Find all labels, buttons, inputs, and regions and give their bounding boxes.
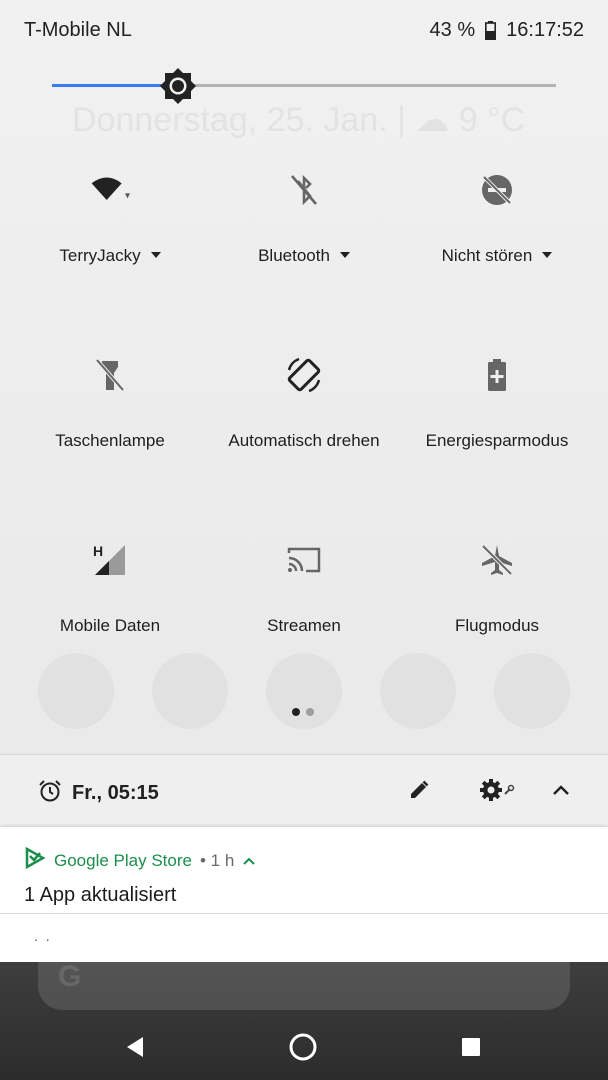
tile-label: Energiesparmodus [425,431,569,450]
back-icon [125,1036,145,1063]
page-dot[interactable] [306,708,314,716]
auto-rotate-icon [284,355,324,395]
google-search-bar: G [38,960,570,1010]
background-date-weather: Donnerstag, 25. Jan. | ☁ 9 °C [72,101,526,139]
quick-settings-footer: Fr., 05:15 [0,754,608,827]
brightness-icon[interactable] [158,66,198,106]
pencil-icon [408,779,430,806]
gear-icon [479,778,503,807]
svg-text:H: H [93,543,103,559]
tile-do-not-disturb[interactable]: Nicht stören [397,170,597,320]
play-store-icon [24,846,46,874]
tile-bluetooth[interactable]: Bluetooth [204,170,404,320]
tile-flashlight[interactable]: Taschenlampe [10,355,210,505]
tile-battery-saver[interactable]: Energiesparmodus [397,355,597,505]
home-screen-background: G [0,960,608,1080]
tile-airplane-mode[interactable]: Flugmodus [397,540,597,690]
notification-app-name: Google Play Store [54,850,192,870]
home-icon [288,1032,318,1067]
navigation-bar [0,1018,608,1080]
tile-mobile-data[interactable]: H Mobile Daten [10,540,210,690]
alarm-time: Fr., 05:15 [72,782,159,804]
battery-icon [485,21,497,41]
wrench-icon [503,783,515,801]
status-bar: T-Mobile NL 43 % 16:17:52 [0,0,608,62]
cast-icon [284,540,324,580]
tile-label: Flugmodus [454,616,540,635]
dropdown-caret-icon [150,251,161,258]
notification-title: 1 App aktualisiert [24,884,177,906]
dropdown-caret-icon [339,251,350,258]
dropdown-caret-icon [542,251,553,258]
tile-label: Nicht stören [397,246,597,266]
tile-label: Mobile Daten [59,616,161,635]
quick-settings-panel: Donnerstag, 25. Jan. | ☁ 9 °C T-Mobile N… [0,0,608,827]
carrier-name: T-Mobile NL [24,19,132,41]
flashlight-off-icon [90,355,130,395]
clock: 16:17:52 [506,19,584,41]
back-button[interactable] [118,1032,152,1066]
divider [0,913,608,914]
battery-saver-icon [477,355,517,395]
airplane-mode-off-icon [477,540,517,580]
tile-label: TerryJacky [10,246,210,266]
page-indicator [292,708,314,716]
notification-header: Google Play Store • 1 h [24,846,256,874]
bluetooth-off-icon [284,170,324,210]
brightness-slider[interactable] [52,66,556,106]
chevron-up-icon[interactable] [242,851,256,871]
mobile-data-icon: H [90,540,130,580]
chevron-up-icon [552,783,570,801]
page-dot-active [292,708,300,716]
recents-button[interactable] [454,1032,488,1066]
tile-auto-rotate[interactable]: Automatisch drehen [204,355,404,505]
collapse-button[interactable] [546,777,576,807]
wifi-icon [90,170,130,210]
tile-wifi[interactable]: TerryJacky [10,170,210,320]
tile-label: Streamen [267,616,341,635]
next-alarm[interactable]: Fr., 05:15 [38,779,159,808]
notification-card[interactable]: Google Play Store • 1 h 1 App aktualisie… [0,827,608,962]
tile-label: Bluetooth [204,246,404,266]
alarm-clock-icon [38,779,62,808]
home-button[interactable] [286,1032,320,1066]
do-not-disturb-off-icon [477,170,517,210]
battery-percent: 43 % [429,19,476,41]
status-right: 43 % 16:17:52 [430,19,584,42]
tile-label: Automatisch drehen [228,431,380,450]
settings-button[interactable] [474,777,520,807]
recents-icon [461,1037,481,1062]
notification-overflow[interactable]: . . [34,928,52,944]
notification-time: • 1 h [199,850,235,870]
brightness-track [178,84,556,87]
edit-button[interactable] [404,777,434,807]
tile-label: Taschenlampe [55,431,165,450]
google-logo-icon: G [58,960,82,993]
tile-cast[interactable]: Streamen [204,540,404,690]
